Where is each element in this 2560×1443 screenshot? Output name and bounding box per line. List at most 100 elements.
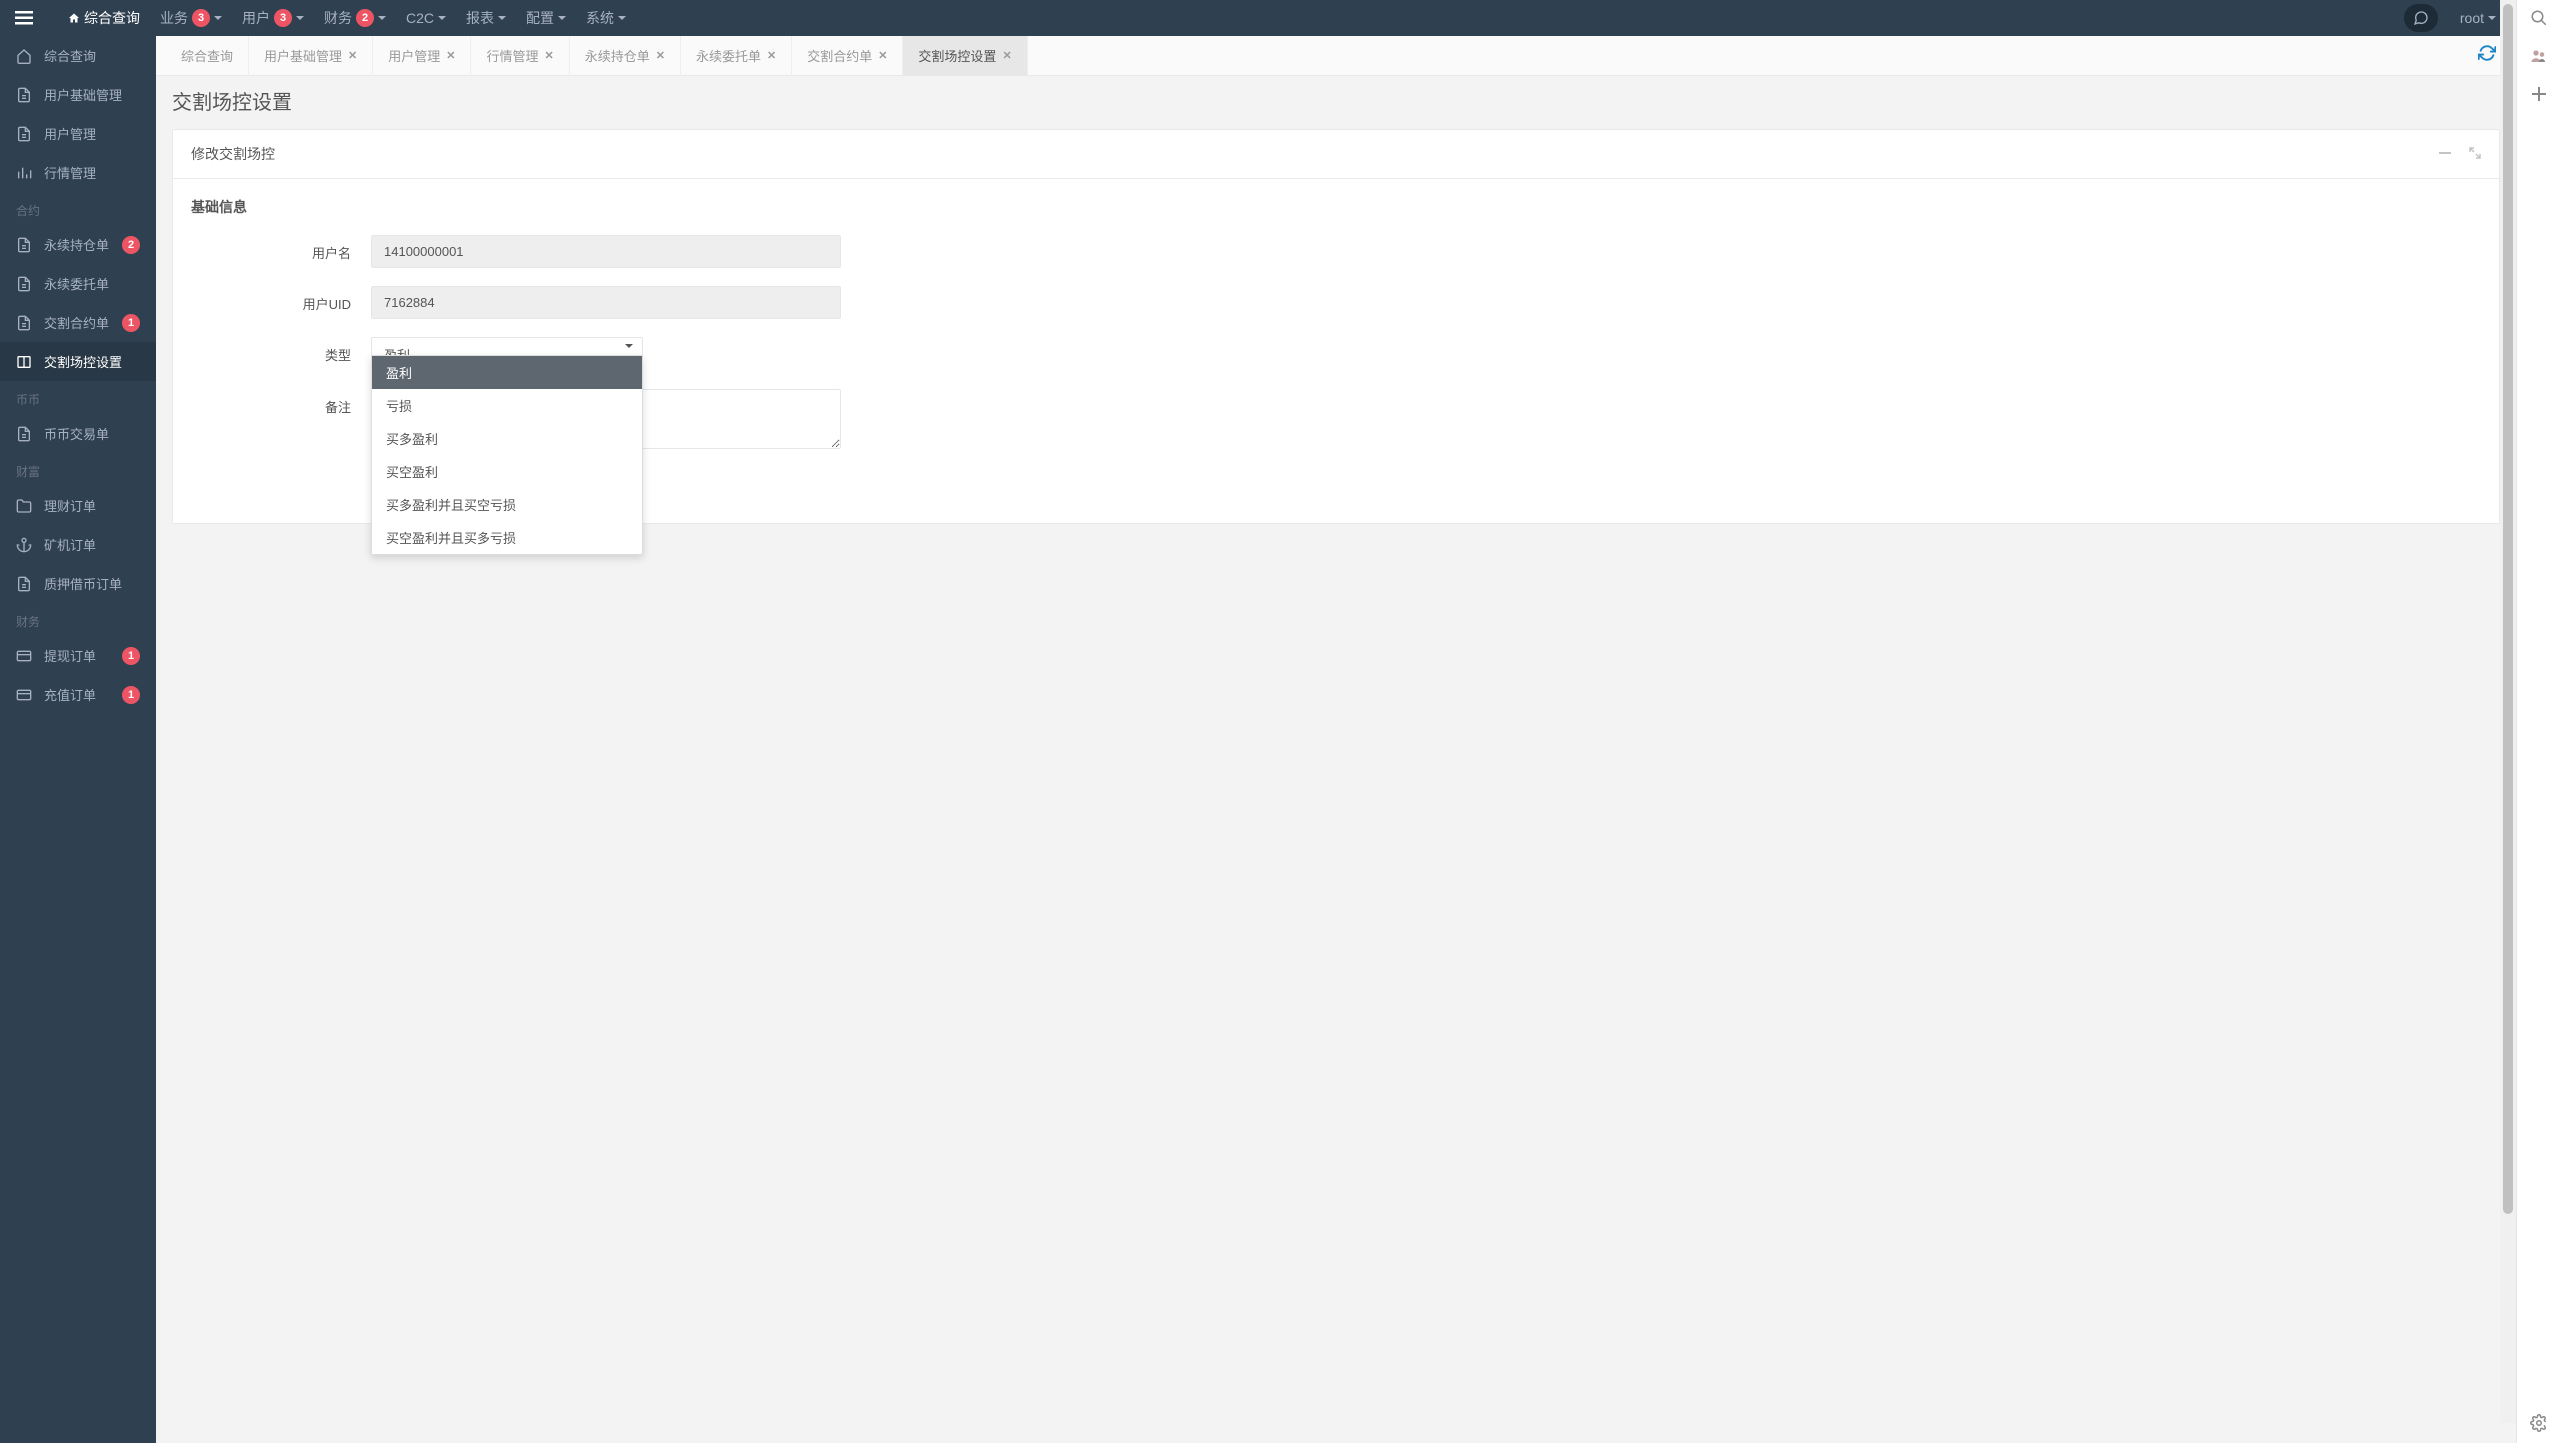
gear-icon[interactable] (2529, 1413, 2549, 1433)
sidebar-item[interactable]: 质押借币订单 (0, 564, 156, 603)
nav-item[interactable]: 用户3 (232, 8, 314, 28)
chart-icon (16, 165, 32, 181)
chat-button[interactable] (2404, 4, 2438, 32)
hamburger-menu[interactable] (10, 4, 38, 32)
sidebar-group-title: 币币 (0, 381, 156, 414)
user-label: root (2460, 10, 2484, 26)
tab-label: 交割场控设置 (918, 46, 996, 65)
tab-label: 交割合约单 (807, 46, 872, 65)
expand-icon[interactable] (2469, 146, 2481, 162)
sidebar-item[interactable]: 充值订单1 (0, 675, 156, 714)
plus-icon[interactable] (2529, 84, 2549, 104)
sidebar-label: 质押借币订单 (44, 574, 122, 593)
sidebar-badge: 1 (122, 647, 140, 665)
tab[interactable]: 永续委托单✕ (681, 36, 792, 76)
close-icon[interactable]: ✕ (878, 49, 887, 62)
file-icon (16, 237, 32, 253)
caret-icon (2488, 16, 2496, 24)
sidebar-label: 用户管理 (44, 124, 96, 143)
caret-icon (558, 16, 566, 24)
label-username: 用户名 (191, 235, 371, 262)
users-icon[interactable] (2529, 46, 2549, 66)
sidebar-item[interactable]: 用户管理 (0, 114, 156, 153)
nav-item[interactable]: 财务2 (314, 8, 396, 28)
nav-item[interactable]: 业务3 (150, 8, 232, 28)
sidebar-item[interactable]: 矿机订单 (0, 525, 156, 564)
user-menu[interactable]: root (2450, 10, 2506, 26)
scrollbar-thumb[interactable] (2503, 4, 2513, 1214)
sidebar-item[interactable]: 交割场控设置 (0, 342, 156, 381)
close-icon[interactable]: ✕ (545, 49, 554, 62)
anchor-icon (16, 537, 32, 553)
dropdown-option[interactable]: 盈利 (372, 356, 642, 389)
sidebar-item[interactable]: 永续持仓单2 (0, 225, 156, 264)
sidebar: 综合查询用户基础管理用户管理行情管理合约永续持仓单2 永续委托单交割合约单1 交割场… (0, 36, 156, 1443)
top-navbar: 综合查询业务3用户3财务2C2C报表配置系统 root (0, 0, 2516, 36)
dropdown-option[interactable]: 买空盈利 (372, 455, 642, 488)
sidebar-label: 交割场控设置 (44, 352, 122, 371)
sidebar-item[interactable]: 理财订单 (0, 486, 156, 525)
nav-badge: 3 (274, 9, 292, 27)
nav-label: 财务 (324, 8, 352, 28)
type-dropdown: 盈利亏损买多盈利买空盈利买多盈利并且买空亏损买空盈利并且买多亏损 (371, 355, 643, 555)
input-uid (371, 286, 841, 319)
file-icon (16, 426, 32, 442)
dropdown-option[interactable]: 买多盈利 (372, 422, 642, 455)
nav-item[interactable]: C2C (396, 8, 456, 28)
folder-icon (16, 498, 32, 514)
sidebar-label: 永续委托单 (44, 274, 109, 293)
sidebar-label: 理财订单 (44, 496, 96, 515)
label-uid: 用户UID (191, 286, 371, 313)
close-icon[interactable]: ✕ (348, 49, 357, 62)
close-icon[interactable]: ✕ (767, 49, 776, 62)
nav-label: 报表 (466, 8, 494, 28)
sidebar-item[interactable]: 交割合约单1 (0, 303, 156, 342)
sidebar-item[interactable]: 提现订单1 (0, 636, 156, 675)
tab[interactable]: 综合查询 (166, 36, 249, 76)
sidebar-label: 币币交易单 (44, 424, 109, 443)
sidebar-group-title: 合约 (0, 192, 156, 225)
tab[interactable]: 用户基础管理 ✕ (249, 36, 373, 76)
sidebar-group-title: 财务 (0, 603, 156, 636)
file-icon (16, 276, 32, 292)
close-icon[interactable]: ✕ (656, 49, 665, 62)
tab-label: 用户基础管理 (264, 46, 342, 65)
minimize-icon[interactable] (2439, 146, 2451, 162)
dropdown-option[interactable]: 买空盈利并且买多亏损 (372, 521, 642, 554)
nav-label: 综合查询 (84, 8, 140, 28)
nav-item[interactable]: 综合查询 (58, 8, 150, 28)
tab[interactable]: 行情管理✕ (471, 36, 569, 76)
dropdown-option[interactable]: 买多盈利并且买空亏损 (372, 488, 642, 521)
panel-icon (16, 354, 32, 370)
sidebar-label: 充值订单 (44, 685, 96, 704)
caret-icon (618, 16, 626, 24)
nav-item[interactable]: 配置 (516, 8, 576, 28)
card-icon (16, 687, 32, 703)
tab[interactable]: 永续持仓单✕ (570, 36, 681, 76)
nav-item[interactable]: 报表 (456, 8, 516, 28)
right-toolbar (2516, 0, 2560, 1443)
file-icon (16, 126, 32, 142)
section-title: 基础信息 (191, 197, 2481, 217)
sidebar-group-title: 财富 (0, 453, 156, 486)
label-type: 类型 (191, 337, 371, 364)
tab-label: 用户管理 (388, 46, 440, 65)
nav-label: 业务 (160, 8, 188, 28)
close-icon[interactable]: ✕ (446, 49, 455, 62)
sidebar-label: 永续持仓单 (44, 235, 109, 254)
sidebar-item[interactable]: 币币交易单 (0, 414, 156, 453)
nav-badge: 2 (356, 9, 374, 27)
scrollbar[interactable] (2500, 0, 2516, 1423)
nav-item[interactable]: 系统 (576, 8, 636, 28)
sidebar-item[interactable]: 永续委托单 (0, 264, 156, 303)
sidebar-item[interactable]: 综合查询 (0, 36, 156, 75)
tab[interactable]: 交割合约单 ✕ (792, 36, 903, 76)
caret-icon (438, 16, 446, 24)
tab[interactable]: 交割场控设置 ✕ (903, 36, 1027, 76)
tab[interactable]: 用户管理 ✕ (373, 36, 471, 76)
sidebar-item[interactable]: 行情管理 (0, 153, 156, 192)
search-icon[interactable] (2529, 8, 2549, 28)
sidebar-item[interactable]: 用户基础管理 (0, 75, 156, 114)
close-icon[interactable]: ✕ (1002, 49, 1011, 62)
dropdown-option[interactable]: 亏损 (372, 389, 642, 422)
